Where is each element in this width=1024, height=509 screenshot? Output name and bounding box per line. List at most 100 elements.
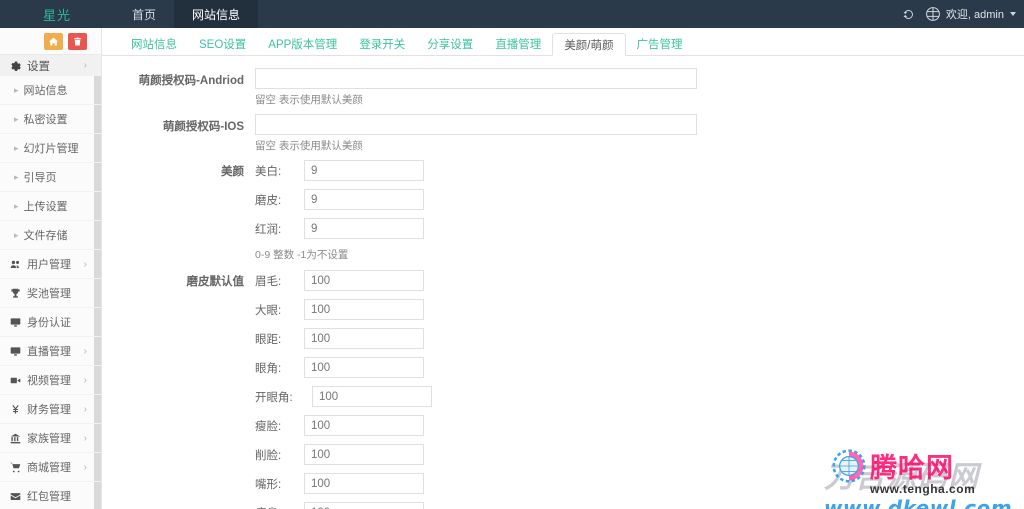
field-whitening: 美白: [255,160,1024,181]
sidebar-item-video-management[interactable]: 视频管理 › [0,366,101,395]
bullet-icon: ▸ [14,200,19,211]
eye-corner-input[interactable] [304,357,424,378]
whitening-label: 美白: [255,165,282,178]
top-nav-item-home[interactable]: 首页 [114,0,174,28]
sidebar-item-live-management[interactable]: 直播管理 › [0,337,101,366]
sidebar-item-settings[interactable]: 设置 › [0,54,101,76]
chevron-right-icon: › [83,258,87,270]
top-bar: 星光 首页 网站信息 欢迎, admin [0,0,1024,28]
form-row-auth-android: 萌颜授权码-Andriod 留空 表示使用默认美颜 [102,68,1024,107]
sidebar-item-slideshow[interactable]: ▸ 幻灯片管理 [0,134,101,163]
user-menu-label: 欢迎, admin [945,9,1004,21]
tab-seo-settings[interactable]: SEO设置 [188,33,257,55]
smoothing-label: 磨皮: [255,194,282,207]
sidebar-item-label: 奖池管理 [27,288,71,300]
sidebar-item-guide-page[interactable]: ▸ 引导页 [0,163,101,192]
content-area: 网站信息 SEO设置 APP版本管理 登录开关 分享设置 直播管理 美颜/萌颜 … [102,28,1024,509]
eye-distance-input[interactable] [304,328,424,349]
bullet-icon: ▸ [14,171,19,182]
form-row-auth-ios: 萌颜授权码-IOS 留空 表示使用默认美颜 [102,114,1024,153]
sidebar-item-label: 财务管理 [27,404,71,416]
sidebar-item-finance-management[interactable]: 财务管理 › [0,395,101,424]
nose-slim-label: 瘦鼻: [255,505,304,509]
tab-site-info[interactable]: 网站信息 [120,33,188,55]
gear-icon [8,60,22,72]
sidebar-item-private-settings[interactable]: ▸ 私密设置 [0,105,101,134]
tab-live-management[interactable]: 直播管理 [484,33,552,55]
big-eyes-input[interactable] [304,299,424,320]
rosy-label: 红润: [255,223,282,236]
top-nav-item-site-info[interactable]: 网站信息 [174,0,259,28]
sidebar-item-label: 引导页 [23,172,57,184]
auth-android-help: 留空 表示使用默认美颜 [255,94,363,106]
yen-icon [8,404,22,415]
nose-slim-input[interactable] [304,502,424,509]
sidebar-item-redpacket-management[interactable]: 红包管理 [0,482,101,509]
face-cut-input[interactable] [304,444,424,465]
chevron-down-icon [1010,12,1016,16]
tab-login-switch[interactable]: 登录开关 [348,33,416,55]
sidebar-item-prize-pool[interactable]: 奖池管理 [0,279,101,308]
tab-app-version[interactable]: APP版本管理 [257,33,348,55]
sidebar-item-site-info[interactable]: ▸ 网站信息 [0,76,101,105]
field-face-slim: 瘦脸: [255,415,1024,436]
bullet-icon: ▸ [14,229,19,240]
admin-page: 星光 首页 网站信息 欢迎, admin 设置 › ▸ 网站信息 ▸ 私密设置 … [0,0,1024,509]
refresh-icon[interactable] [902,8,915,21]
sidebar-item-label: 网站信息 [23,85,68,97]
form-row-defaults-group: 磨皮默认值 眉毛: 大眼: 眼距: 眼角: [102,270,1024,509]
defaults-group-label: 磨皮默认值 [186,276,245,288]
mouth-shape-input[interactable] [304,473,424,494]
tab-ad-management[interactable]: 广告管理 [626,33,694,55]
envelope-icon [8,491,22,502]
sidebar-item-label: 私密设置 [23,114,68,126]
content-tabs: 网站信息 SEO设置 APP版本管理 登录开关 分享设置 直播管理 美颜/萌颜 … [102,28,1024,56]
mouth-shape-label: 嘴形: [255,478,282,491]
auth-android-input[interactable] [255,68,697,89]
field-mouth-shape: 嘴形: [255,473,1024,494]
sidebar-item-mall-management[interactable]: 商城管理 › [0,453,101,482]
tab-share-settings[interactable]: 分享设置 [416,33,484,55]
sidebar-item-label: 家族管理 [27,433,71,445]
form-row-beauty-group: 美颜 美白: 磨皮: 红润: 0-9 整数 -1为不设置 [102,160,1024,262]
whitening-input[interactable] [304,160,424,181]
monitor-icon [8,317,22,328]
brand-logo[interactable]: 星光 [0,0,114,28]
users-icon [8,259,22,270]
trash-button[interactable] [68,32,87,50]
face-slim-input[interactable] [304,415,424,436]
sidebar-item-family-management[interactable]: 家族管理 › [0,424,101,453]
big-eyes-label: 大眼: [255,304,282,317]
sidebar-item-upload-settings[interactable]: ▸ 上传设置 [0,192,101,221]
sidebar-item-user-management[interactable]: 用户管理 › [0,250,101,279]
video-icon [8,375,22,386]
sidebar-item-identity-verification[interactable]: 身份认证 [0,308,101,337]
sidebar-item-label: 文件存储 [23,230,68,242]
field-eye-corner: 眼角: [255,357,1024,378]
beauty-group-label: 美颜 [221,166,244,178]
sidebar-action-buttons [0,28,101,54]
sidebar-item-label: 用户管理 [27,259,71,271]
home-button[interactable] [44,32,63,50]
eye-distance-label: 眼距: [255,333,282,346]
auth-ios-input[interactable] [255,114,697,135]
field-eye-distance: 眼距: [255,328,1024,349]
eyebrow-label: 眉毛: [255,275,282,288]
smoothing-input[interactable] [304,189,424,210]
bank-icon [8,433,22,444]
eyebrow-input[interactable] [304,270,424,291]
cart-icon [8,462,22,473]
sidebar-menu: 设置 › ▸ 网站信息 ▸ 私密设置 ▸ 幻灯片管理 ▸ 引导页 ▸ 上传设置 [0,54,101,509]
sidebar: 设置 › ▸ 网站信息 ▸ 私密设置 ▸ 幻灯片管理 ▸ 引导页 ▸ 上传设置 [0,28,102,509]
user-menu[interactable]: 欢迎, admin [925,6,1016,22]
sidebar-item-label: 设置 [27,60,50,73]
sidebar-item-file-storage[interactable]: ▸ 文件存储 [0,221,101,250]
chevron-right-icon: › [83,345,87,357]
beauty-settings-form: 萌颜授权码-Andriod 留空 表示使用默认美颜 萌颜授权码-IOS 留空 表… [102,56,1024,509]
eye-corner-label: 眼角: [255,362,282,375]
sidebar-item-label: 直播管理 [27,346,71,358]
tab-beauty[interactable]: 美颜/萌颜 [552,33,626,56]
rosy-input[interactable] [304,218,424,239]
open-eye-corner-input[interactable] [312,386,432,407]
beauty-group-help: 0-9 整数 -1为不设置 [255,249,349,261]
